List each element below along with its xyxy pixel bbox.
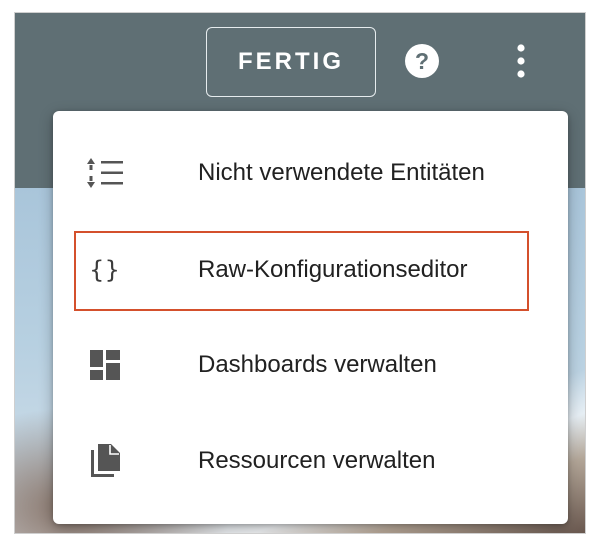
code-braces-icon: {} — [89, 256, 121, 284]
app-window: FERTIG ? Nicht verwendete Entitäten {} R… — [14, 12, 586, 534]
done-button[interactable]: FERTIG — [206, 27, 376, 97]
menu-item-label: Nicht verwendete Entitäten — [198, 159, 485, 186]
file-copy-icon — [85, 441, 125, 481]
menu-item-unused-entities[interactable]: Nicht verwendete Entitäten — [53, 124, 568, 222]
menu-item-label: Ressourcen verwalten — [198, 447, 436, 474]
sort-list-icon — [85, 153, 125, 193]
svg-text:?: ? — [415, 48, 429, 74]
help-button[interactable]: ? — [404, 43, 440, 79]
dashboard-grid-icon — [85, 345, 125, 385]
menu-item-label: Raw-Konfigurationseditor — [198, 256, 468, 283]
overflow-menu: Nicht verwendete Entitäten {} Raw-Konfig… — [53, 111, 568, 524]
help-circle-icon: ? — [405, 44, 439, 78]
menu-item-label: Dashboards verwalten — [198, 351, 437, 378]
menu-item-raw-config-editor[interactable]: {} Raw-Konfigurationseditor — [53, 221, 568, 319]
menu-item-manage-dashboards[interactable]: Dashboards verwalten — [53, 316, 568, 414]
more-options-button[interactable] — [508, 40, 534, 82]
menu-item-manage-resources[interactable]: Ressourcen verwalten — [53, 412, 568, 510]
more-vertical-icon — [517, 44, 525, 78]
